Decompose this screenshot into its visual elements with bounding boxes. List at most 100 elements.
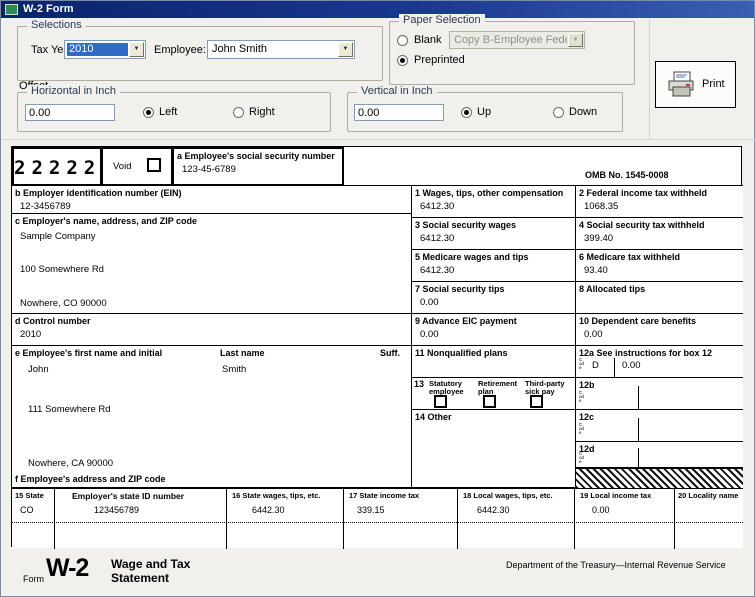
control-code-box: 22222 bbox=[12, 147, 102, 186]
tax-year-value: 2010 bbox=[67, 43, 128, 56]
employer-address-box: c Employer's name, address, and ZIP code… bbox=[12, 214, 412, 314]
last-name-label: Last name bbox=[217, 346, 265, 358]
box1-label: 1 Wages, tips, other compensation bbox=[412, 186, 575, 198]
chevron-down-icon[interactable]: ▼ bbox=[129, 42, 144, 57]
box12c-divider bbox=[638, 418, 639, 441]
box3-value: 6412.30 bbox=[420, 233, 575, 244]
box1-value: 6412.30 bbox=[420, 201, 575, 212]
box5-label: 5 Medicare wages and tips bbox=[412, 250, 575, 262]
paper-selection-group-label: Paper Selection bbox=[399, 14, 485, 26]
right-radio[interactable] bbox=[233, 107, 244, 118]
window-title: W-2 Form bbox=[23, 3, 74, 15]
box12d-label: 12d bbox=[576, 442, 743, 454]
box15-value: CO bbox=[20, 505, 34, 515]
print-button[interactable]: Print bbox=[655, 61, 736, 108]
vertical-offset-input[interactable] bbox=[354, 104, 444, 121]
box3-label: 3 Social security wages bbox=[412, 218, 575, 230]
treasury-department-text: Department of the Treasury—Internal Reve… bbox=[506, 560, 726, 570]
third-party-sick-pay-checkbox bbox=[530, 395, 543, 408]
preprinted-radio[interactable] bbox=[397, 55, 408, 66]
panel-divider-vertical bbox=[649, 19, 650, 139]
box6-value: 93.40 bbox=[584, 265, 743, 276]
box14-label: 14 Other bbox=[412, 410, 575, 422]
box16-value: 6442.30 bbox=[252, 505, 285, 515]
printer-icon bbox=[665, 70, 697, 105]
omb-number: OMB No. 1545-0008 bbox=[585, 170, 669, 180]
box20-label: 20 Locality name bbox=[678, 492, 738, 500]
tax-year-select[interactable]: 2010 ▼ bbox=[64, 40, 146, 59]
left-radio[interactable] bbox=[143, 107, 154, 118]
horizontal-offset-input[interactable] bbox=[25, 104, 115, 121]
box7-ss-tips: 7 Social security tips 0.00 bbox=[412, 282, 576, 314]
box12d-divider bbox=[638, 448, 639, 467]
box13-label: 13 bbox=[414, 379, 424, 389]
box15-label: 15 State bbox=[15, 492, 44, 500]
employer-name: Sample Company bbox=[20, 231, 96, 242]
form-title-line1: Wage and Tax bbox=[111, 557, 190, 571]
ein-label: b Employer identification number (EIN) bbox=[12, 186, 411, 198]
up-radio-label[interactable]: Up bbox=[477, 106, 491, 118]
employee-select[interactable]: John Smith ▼ bbox=[207, 40, 355, 59]
blank-radio[interactable] bbox=[397, 35, 408, 46]
box7-label: 7 Social security tips bbox=[412, 282, 575, 294]
box17-label: 17 State income tax bbox=[349, 492, 419, 500]
box12c-label: 12c bbox=[576, 410, 743, 422]
state-row-dotted-divider bbox=[12, 522, 743, 523]
control-number-value: 2010 bbox=[20, 329, 411, 340]
copy-type-select: Copy B-Employee Federal ▼ bbox=[449, 31, 585, 49]
ein-value: 12-3456789 bbox=[20, 201, 411, 212]
employee-value: John Smith bbox=[210, 43, 337, 56]
title-bar[interactable]: W-2 Form bbox=[1, 1, 754, 18]
horizontal-offset-group-label: Horizontal in Inch bbox=[27, 85, 120, 97]
third-party-sick-pay-label: Third-partysick pay bbox=[525, 380, 565, 396]
box5-value: 6412.30 bbox=[420, 265, 575, 276]
blank-radio-label[interactable]: Blank bbox=[414, 34, 442, 46]
w2-form-preview: 22222 Void a Employee's social security … bbox=[11, 146, 742, 547]
box12a-label: 12a See instructions for box 12 bbox=[576, 346, 743, 358]
statutory-employee-label: Statutoryemployee bbox=[429, 380, 464, 396]
retirement-plan-checkbox bbox=[483, 395, 496, 408]
state-id-label: Employer's state ID number bbox=[72, 492, 184, 500]
box12a-divider bbox=[614, 358, 615, 377]
box8-label: 8 Allocated tips bbox=[576, 282, 743, 294]
employee-first-name: John bbox=[28, 364, 49, 375]
employee-label: Employee: bbox=[154, 44, 206, 56]
box2-value: 1068.35 bbox=[584, 201, 743, 212]
box10-dependent-care: 10 Dependent care benefits 0.00 bbox=[576, 314, 743, 346]
void-checkbox bbox=[147, 158, 161, 172]
employee-first-name-label: e Employee's first name and initial bbox=[12, 346, 162, 358]
preprinted-radio-label[interactable]: Preprinted bbox=[414, 54, 465, 66]
box17-value: 339.15 bbox=[357, 505, 385, 515]
left-radio-label[interactable]: Left bbox=[159, 106, 177, 118]
down-radio[interactable] bbox=[553, 107, 564, 118]
ssn-label: a Employee's social security number bbox=[174, 149, 342, 161]
w2-form-window: W-2 Form Selections Tax Year 2010 ▼ Empl… bbox=[0, 0, 755, 597]
box14-other: 14 Other bbox=[412, 410, 576, 488]
box10-label: 10 Dependent care benefits bbox=[576, 314, 743, 326]
box10-value: 0.00 bbox=[584, 329, 743, 340]
up-radio[interactable] bbox=[461, 107, 472, 118]
box5-medicare-wages: 5 Medicare wages and tips 6412.30 bbox=[412, 250, 576, 282]
box12b: 12b Code bbox=[576, 378, 743, 410]
state-local-table: 15 State CO Employer's state ID number 1… bbox=[12, 488, 743, 548]
box1-wages: 1 Wages, tips, other compensation 6412.3… bbox=[412, 186, 576, 218]
form-word: Form bbox=[23, 574, 44, 584]
box12a: 12a See instructions for box 12 Code D 0… bbox=[576, 346, 743, 378]
suffix-label: Suff. bbox=[377, 346, 400, 358]
retirement-plan-label: Retirementplan bbox=[478, 380, 517, 396]
employee-name-address-box: e Employee's first name and initial Last… bbox=[12, 346, 412, 488]
employee-street: 111 Somewhere Rd bbox=[28, 404, 111, 415]
box4-label: 4 Social security tax withheld bbox=[576, 218, 743, 230]
down-radio-label[interactable]: Down bbox=[569, 106, 597, 118]
right-radio-label[interactable]: Right bbox=[249, 106, 275, 118]
box16-label: 16 State wages, tips, etc. bbox=[232, 492, 320, 500]
statutory-employee-checkbox bbox=[434, 395, 447, 408]
box12b-code-caption: Code bbox=[579, 391, 584, 403]
hatched-area bbox=[576, 468, 743, 488]
chevron-down-icon[interactable]: ▼ bbox=[338, 42, 353, 57]
vertical-offset-group-label: Vertical in Inch bbox=[357, 85, 437, 97]
box12c-code-caption: Code bbox=[579, 423, 584, 435]
ssn-box: a Employee's social security number 123-… bbox=[172, 147, 344, 186]
chevron-down-icon: ▼ bbox=[568, 33, 583, 47]
box12d-code-caption: Code bbox=[579, 452, 584, 464]
